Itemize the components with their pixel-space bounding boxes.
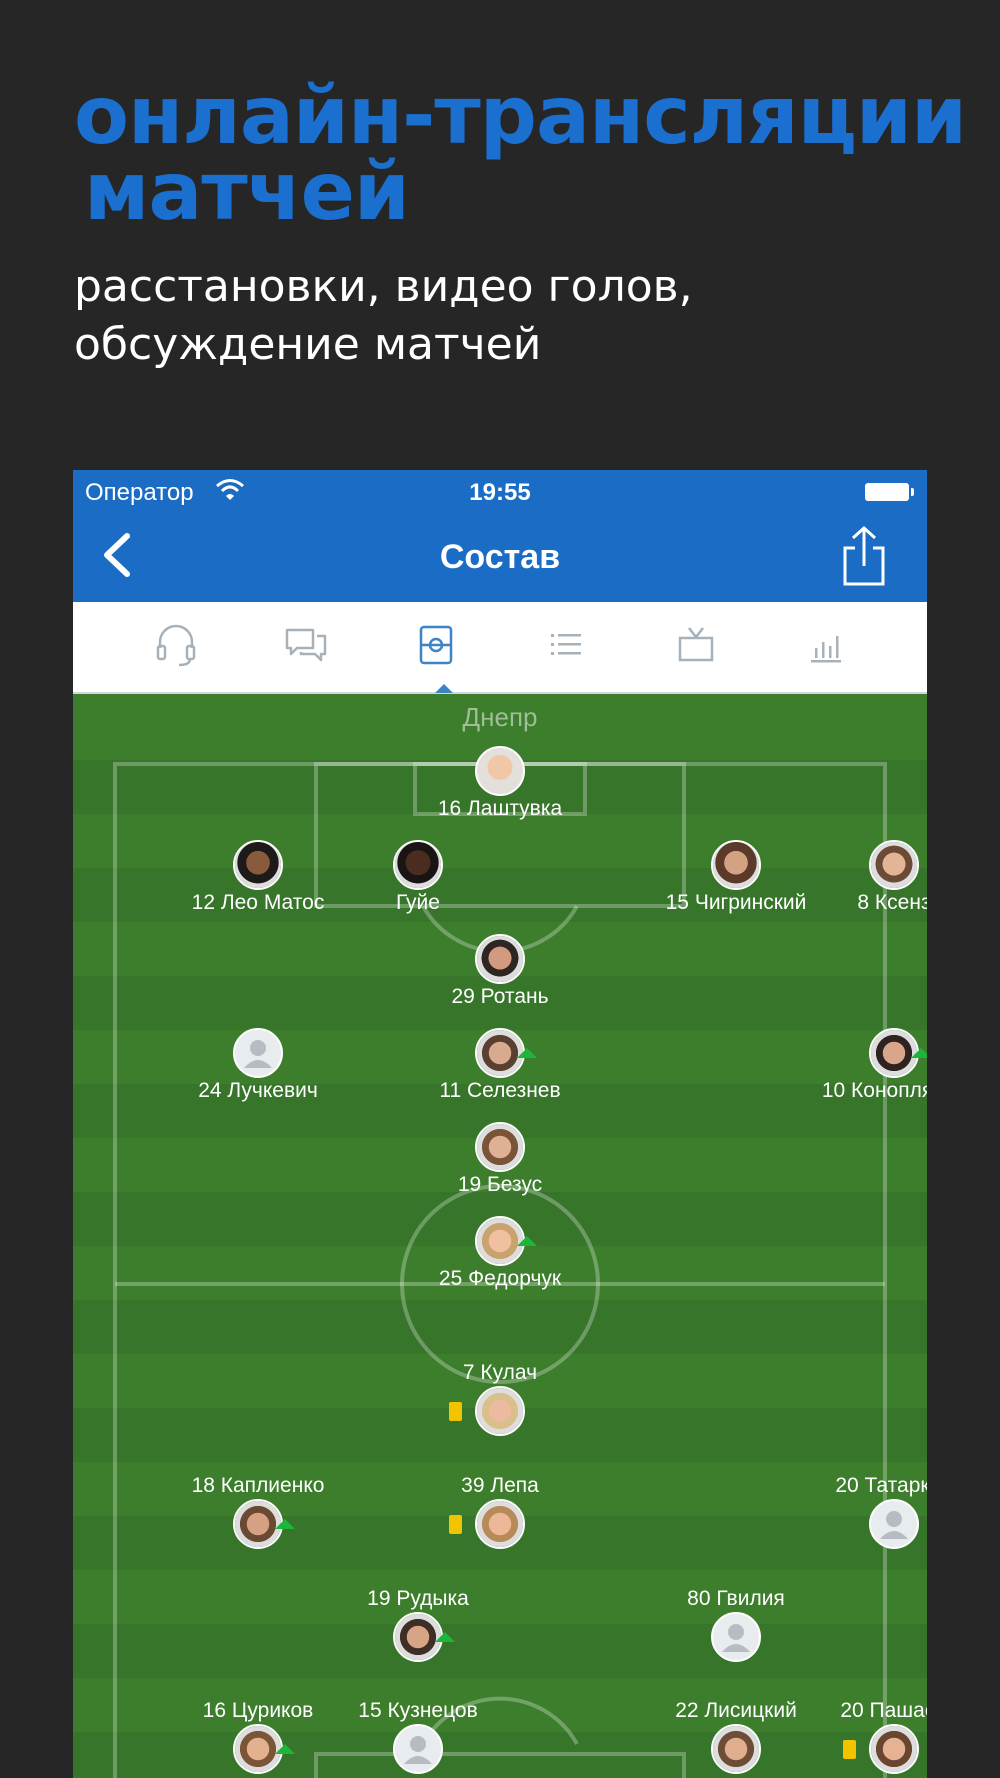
player-name: 11 Селезнев <box>439 1079 561 1102</box>
substitution-arrow-icon <box>517 1236 537 1246</box>
player-away-8[interactable]: 15 Кузнецов <box>298 1698 538 1774</box>
player-home-7[interactable]: 24 Лучкевич <box>138 1028 378 1104</box>
headset-icon[interactable] <box>153 622 199 668</box>
chevron-left-icon[interactable] <box>93 530 143 580</box>
chat-bubbles-icon[interactable] <box>283 622 329 668</box>
pitch-icon[interactable] <box>413 622 459 668</box>
player-name: 25 Федорчук <box>438 1267 562 1290</box>
yellow-card-icon <box>843 1740 856 1759</box>
player-avatar[interactable] <box>449 1386 525 1436</box>
yellow-card-icon <box>449 1402 462 1421</box>
player-home-8[interactable]: 11 Селезнев <box>380 1028 620 1104</box>
share-icon[interactable] <box>839 524 889 588</box>
navigation-bar: Оператор 19:55 Состав <box>73 470 927 602</box>
player-name: 10 Коноплянка <box>821 1079 927 1102</box>
player-avatar[interactable] <box>475 934 525 984</box>
player-avatar-placeholder[interactable] <box>869 1499 919 1549</box>
player-name: 18 Каплиенко <box>191 1474 325 1497</box>
section-tabbar <box>73 602 927 694</box>
player-name: 19 Безус <box>457 1173 543 1196</box>
promo-subtitle-line-1: расстановки, видео голов, <box>74 261 693 312</box>
player-name: 16 Лаштувка <box>437 797 563 820</box>
player-home-9[interactable]: 10 Коноплянка <box>774 1028 927 1104</box>
substitution-arrow-icon <box>275 1744 295 1754</box>
player-avatar[interactable] <box>475 1122 525 1172</box>
player-avatar[interactable] <box>233 1499 295 1549</box>
player-name: 19 Рудыка <box>367 1587 469 1610</box>
player-avatar-placeholder[interactable] <box>393 1724 443 1774</box>
player-away-5[interactable]: 19 Рудыка <box>298 1586 538 1662</box>
player-avatar[interactable] <box>711 840 761 890</box>
player-avatar-placeholder[interactable] <box>711 1612 761 1662</box>
player-avatar[interactable] <box>475 1216 537 1266</box>
tv-icon[interactable] <box>673 622 719 668</box>
player-avatar[interactable] <box>233 840 283 890</box>
player-name: 7 Кулач <box>462 1361 538 1384</box>
player-avatar[interactable] <box>869 1028 927 1078</box>
screen-title: Состав <box>439 538 561 576</box>
player-name: 39 Лепа <box>461 1474 539 1497</box>
player-avatar[interactable] <box>393 840 443 890</box>
player-avatar[interactable] <box>843 1724 919 1774</box>
player-name: 20 Татарков <box>835 1474 927 1497</box>
status-bar: Оператор 19:55 <box>73 470 927 512</box>
player-name: 80 Гвилия <box>687 1587 785 1610</box>
bar-chart-icon[interactable] <box>803 622 849 668</box>
battery-icon <box>865 483 914 501</box>
player-avatar[interactable] <box>233 1724 295 1774</box>
person-placeholder-icon <box>880 1511 908 1539</box>
player-home-6[interactable]: 29 Ротань <box>380 934 620 1010</box>
player-home-10[interactable]: 19 Безус <box>380 1122 620 1198</box>
promo-title-line-2: матчей <box>84 145 410 238</box>
player-name: 29 Ротань <box>451 985 549 1008</box>
player-away-1[interactable]: 7 Кулач <box>380 1360 620 1436</box>
player-avatar[interactable] <box>475 746 525 796</box>
substitution-arrow-icon <box>275 1519 295 1529</box>
status-time: 19:55 <box>469 479 531 506</box>
player-name: 20 Пашаев <box>840 1699 927 1722</box>
promo-title-line-1: онлайн-трансляции <box>74 69 967 162</box>
substitution-arrow-icon <box>517 1048 537 1058</box>
player-avatar-placeholder[interactable] <box>233 1028 283 1078</box>
player-home-1[interactable]: 16 Лаштувка <box>380 746 620 822</box>
player-avatar[interactable] <box>393 1612 455 1662</box>
player-away-3[interactable]: 39 Лепа <box>380 1473 620 1549</box>
team-name-home: Днепр <box>462 702 538 732</box>
active-tab-indicator <box>435 684 453 693</box>
player-name: 15 Кузнецов <box>358 1699 478 1722</box>
player-away-6[interactable]: 80 Гвилия <box>616 1586 856 1662</box>
player-avatar[interactable] <box>711 1724 761 1774</box>
player-name: 24 Лучкевич <box>198 1079 318 1102</box>
player-name: 8 Ксенз <box>857 891 927 914</box>
player-home-3[interactable]: Гуйе <box>298 840 538 916</box>
player-away-4[interactable]: 20 Татарков <box>774 1473 927 1549</box>
person-placeholder-icon <box>404 1736 432 1764</box>
promo-subtitle: расстановки, видео голов, обсуждение мат… <box>74 258 974 374</box>
substitution-arrow-icon <box>435 1632 455 1642</box>
phone-screen: Днепр Оператор 19:55 Состав 16 Лаштувка … <box>73 470 927 1778</box>
player-avatar[interactable] <box>475 1028 537 1078</box>
player-away-10[interactable]: 20 Пашаев <box>774 1698 927 1774</box>
yellow-card-icon <box>449 1515 462 1534</box>
substitution-arrow-icon <box>911 1048 927 1058</box>
player-avatar[interactable] <box>449 1499 525 1549</box>
person-placeholder-icon <box>722 1624 750 1652</box>
person-placeholder-icon <box>244 1040 272 1068</box>
list-icon[interactable] <box>543 622 589 668</box>
player-name: Гуйе <box>396 891 440 914</box>
player-avatar[interactable] <box>869 840 919 890</box>
player-home-11[interactable]: 25 Федорчук <box>380 1216 620 1292</box>
promo-subtitle-line-2: обсуждение матчей <box>74 319 542 370</box>
player-home-5[interactable]: 8 Ксенз <box>774 840 927 916</box>
player-away-2[interactable]: 18 Каплиенко <box>138 1473 378 1549</box>
promo-title: онлайн-трансляции матчей <box>74 69 974 238</box>
